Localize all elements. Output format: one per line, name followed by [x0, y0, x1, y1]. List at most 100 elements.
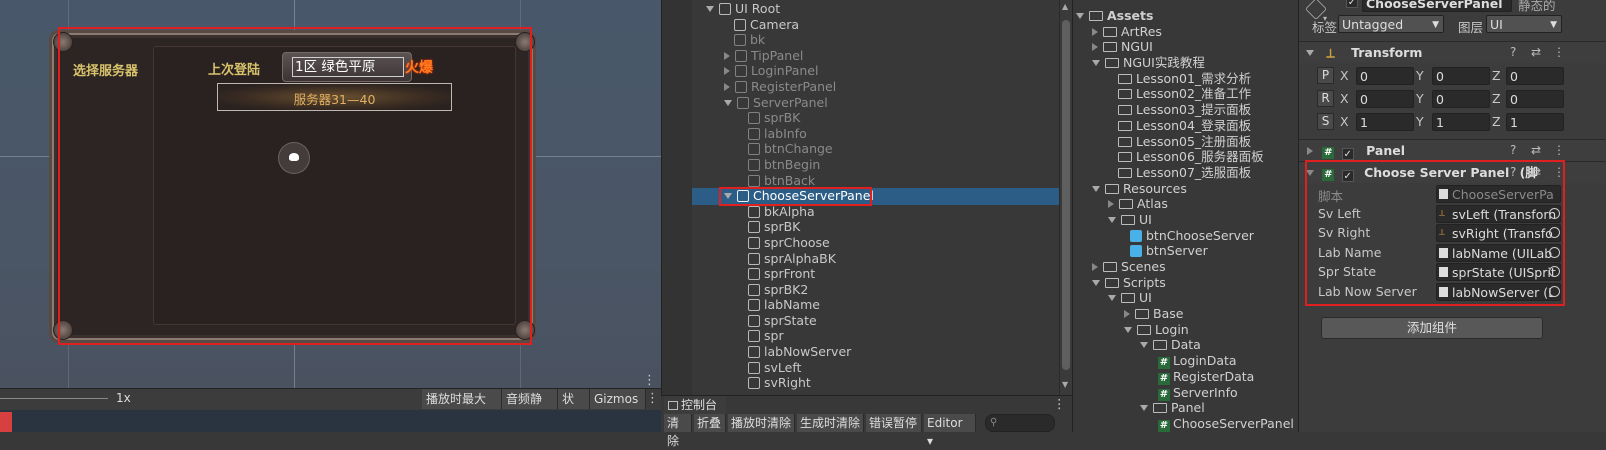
hierarchy-item[interactable]: bk [662, 32, 1059, 48]
project-item[interactable]: Login [1074, 322, 1298, 338]
scroll-up-icon[interactable]: ▲ [1062, 2, 1068, 11]
active-checkbox[interactable]: ✓ [1346, 0, 1358, 8]
console-button[interactable]: 生成时清除 [797, 414, 864, 432]
hierarchy-scroll-thumb[interactable] [1062, 20, 1070, 370]
hierarchy-item[interactable]: sprBK2 [662, 282, 1059, 298]
help-icon[interactable]: ? [1510, 143, 1516, 157]
console-button[interactable]: 播放时清除 [728, 414, 795, 432]
hierarchy-item[interactable]: sprState [662, 313, 1059, 329]
expand-arrow-icon[interactable] [1092, 60, 1100, 67]
maximize-on-play-button[interactable]: 播放时最大化 [422, 389, 502, 426]
project-item[interactable]: UI [1074, 212, 1298, 228]
hierarchy-item[interactable]: sprChoose [662, 235, 1059, 251]
z-field[interactable]: 1 [1506, 113, 1564, 131]
expand-arrow-icon[interactable] [1076, 13, 1084, 19]
project-item[interactable]: Lesson03_提示面板 [1074, 102, 1298, 118]
project-item[interactable]: Base [1074, 306, 1298, 322]
y-field[interactable]: 1 [1432, 113, 1490, 131]
expand-arrow-icon[interactable] [1092, 185, 1100, 192]
hierarchy-item[interactable]: sprFront [662, 266, 1059, 282]
project-item[interactable]: Lesson05_注册面板 [1074, 134, 1298, 150]
expand-arrow-icon[interactable] [1108, 295, 1116, 302]
console-button[interactable]: 折叠 [694, 414, 726, 432]
project-item[interactable]: # RegisterData [1074, 369, 1298, 385]
project-item[interactable]: # LoginData [1074, 353, 1298, 370]
project-item[interactable]: Lesson01_需求分析 [1074, 71, 1298, 87]
project-item[interactable]: NGUI实践教程 [1074, 55, 1298, 71]
hierarchy-item[interactable]: LoginPanel [662, 63, 1059, 79]
collapse-arrow-icon[interactable] [724, 82, 730, 91]
scene-menu-icon[interactable]: ⋮ [646, 391, 659, 406]
gizmos-button[interactable]: Gizmos [590, 389, 646, 409]
project-item[interactable]: # ChooseServerPanel [1074, 416, 1298, 432]
hierarchy-item[interactable]: bkAlpha [662, 204, 1059, 220]
project-item[interactable]: UI [1074, 290, 1298, 306]
hierarchy-item[interactable]: svRight [662, 375, 1059, 391]
add-component-button[interactable]: 添加组件 [1321, 317, 1543, 339]
tag-dropdown[interactable]: Untagged ▼ [1338, 15, 1444, 33]
x-field[interactable]: 1 [1356, 113, 1414, 131]
collapse-arrow-icon[interactable] [1092, 43, 1098, 52]
collapse-arrow-icon[interactable] [1092, 263, 1098, 271]
transform-key-button[interactable]: R [1317, 90, 1334, 107]
x-field[interactable]: 0 [1356, 90, 1414, 108]
stats-button[interactable]: 状态 [558, 389, 590, 426]
scene-view[interactable]: 选择服务器 上次登陆 1区 绿色平原 火爆 服务器31—40 [0, 0, 661, 432]
z-field[interactable]: 0 [1506, 67, 1564, 85]
expand-arrow-icon[interactable] [706, 6, 714, 12]
scroll-down-icon[interactable]: ▼ [1062, 380, 1068, 389]
object-name-field[interactable]: ChooseServerPanel [1362, 0, 1512, 12]
console-menu-icon[interactable]: ⋮ [1053, 396, 1066, 411]
mute-audio-button[interactable]: 音频静音 [502, 389, 558, 426]
hierarchy-item[interactable]: UI Root [662, 1, 1059, 17]
collapse-arrow-icon[interactable] [724, 51, 730, 60]
expand-arrow-icon[interactable] [724, 99, 732, 106]
hierarchy-item[interactable]: TipPanel [662, 48, 1059, 64]
project-item[interactable]: Lesson06_服务器面板 [1074, 149, 1298, 165]
project-item[interactable]: btnServer [1074, 243, 1298, 259]
preset-icon[interactable]: ⇄ [1531, 45, 1541, 59]
component-menu-icon[interactable]: ⋮ [1553, 45, 1565, 59]
panel-enabled-checkbox[interactable]: ✓ [1341, 148, 1354, 160]
console-button[interactable]: Editor ▾ [924, 414, 976, 448]
console-button[interactable]: 清除 [664, 414, 692, 448]
expand-arrow-icon[interactable] [1108, 216, 1116, 223]
project-item[interactable]: Scenes [1074, 259, 1298, 275]
layer-dropdown[interactable]: UI ▼ [1486, 15, 1562, 33]
collapse-arrow-icon[interactable] [1124, 310, 1130, 319]
project-item[interactable]: Scripts [1074, 275, 1298, 291]
hierarchy-item[interactable]: sprBK [662, 110, 1059, 126]
console-tab[interactable]: 控制台 [664, 396, 726, 414]
expand-arrow-icon[interactable] [1092, 279, 1100, 286]
project-item[interactable]: Resources [1074, 181, 1298, 197]
hierarchy-item[interactable]: labNowServer [662, 344, 1059, 360]
console-search-input[interactable]: ⚲ [985, 414, 1055, 432]
project-item[interactable]: Atlas [1074, 196, 1298, 212]
hierarchy-item[interactable]: sprBK [662, 219, 1059, 235]
hierarchy-item[interactable]: btnBack [662, 173, 1059, 189]
hierarchy-item[interactable]: btnChange [662, 141, 1059, 157]
scene-options-icon[interactable]: ⋮ [643, 373, 656, 388]
collapse-arrow-icon[interactable] [724, 67, 730, 76]
transform-key-button[interactable]: P [1317, 67, 1334, 84]
project-item[interactable]: Lesson07_选服面板 [1074, 165, 1298, 181]
project-item[interactable]: Lesson04_登录面板 [1074, 118, 1298, 134]
project-item[interactable]: Data [1074, 337, 1298, 353]
expand-arrow-icon[interactable] [1140, 342, 1148, 349]
console-button[interactable]: 错误暂停 [866, 414, 922, 432]
collapse-arrow-icon[interactable] [1092, 27, 1098, 36]
collapse-arrow-icon[interactable] [1108, 200, 1114, 209]
help-icon[interactable]: ? [1510, 45, 1516, 59]
project-item[interactable]: btnChooseServer [1074, 228, 1298, 244]
scale-slider[interactable] [0, 398, 108, 399]
hierarchy-item[interactable]: svLeft [662, 360, 1059, 376]
component-menu-icon[interactable]: ⋮ [1553, 143, 1565, 157]
x-field[interactable]: 0 [1356, 67, 1414, 85]
project-item[interactable]: NGUI [1074, 39, 1298, 55]
hierarchy-item[interactable]: labInfo [662, 126, 1059, 142]
hierarchy-item[interactable]: Camera [662, 17, 1059, 33]
project-item[interactable]: Panel [1074, 400, 1298, 416]
y-field[interactable]: 0 [1432, 67, 1490, 85]
expand-arrow-icon[interactable] [1140, 405, 1148, 412]
hierarchy-item[interactable]: sprAlphaBK [662, 251, 1059, 267]
